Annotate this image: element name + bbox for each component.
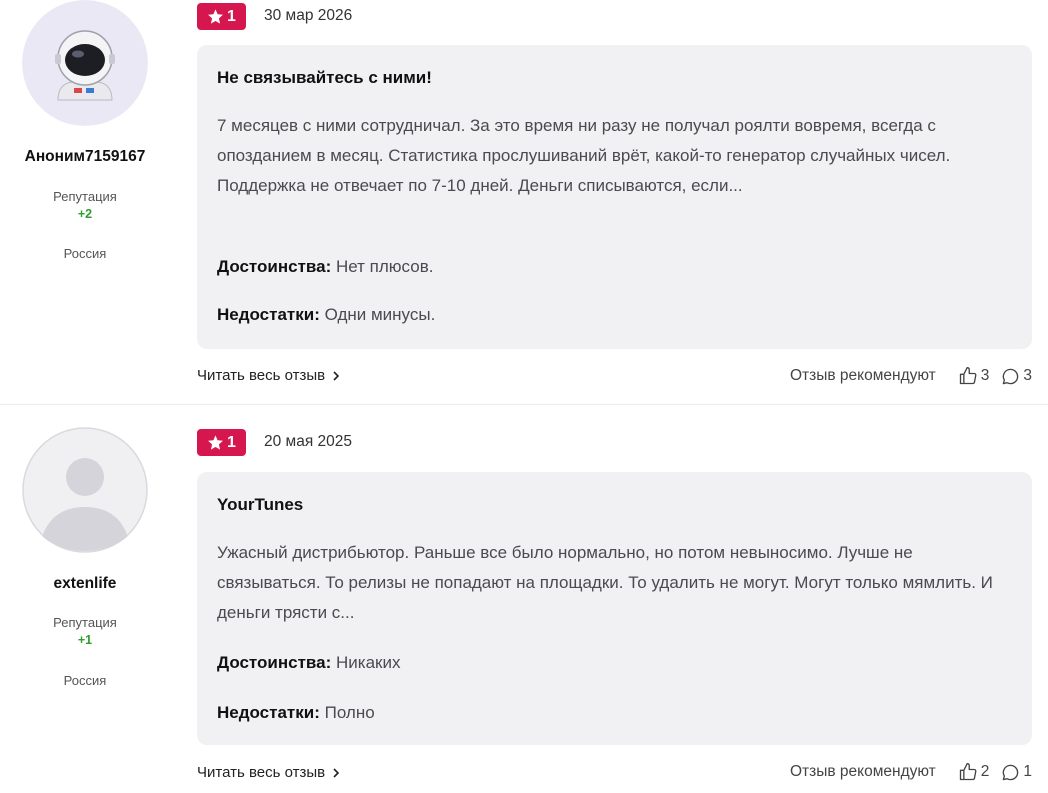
- chevron-right-icon: [333, 370, 340, 381]
- cons-text: Полно: [324, 703, 375, 722]
- author-country: Россия: [63, 246, 107, 261]
- reputation-label: Репутация: [53, 189, 117, 204]
- reputation-label: Репутация: [53, 615, 117, 630]
- read-full-review-link[interactable]: Читать весь отзыв: [197, 367, 340, 384]
- recommend-label: Отзыв рекомендуют: [789, 763, 936, 780]
- review-date: 20 мая 2025: [264, 433, 353, 450]
- cons-label: Недостатки:: [217, 703, 320, 722]
- rating-badge: 1: [197, 429, 246, 456]
- pros-label: Достоинства:: [217, 653, 332, 672]
- rating-value: 1: [227, 433, 236, 451]
- review-card: YourTunes Ужасный дистрибьютор. Раньше в…: [197, 472, 1032, 745]
- avatar[interactable]: [22, 0, 148, 126]
- rating-value: 1: [227, 7, 236, 25]
- chevron-right-icon: [333, 767, 340, 778]
- review-cons: Недостатки: Одни минусы.: [217, 305, 435, 325]
- pros-label: Достоинства:: [217, 257, 332, 276]
- like-count: 3: [980, 367, 990, 384]
- comments-button[interactable]: 1: [1001, 763, 1032, 782]
- like-button[interactable]: 2: [958, 762, 990, 782]
- like-button[interactable]: 3: [958, 366, 990, 386]
- avatar[interactable]: [22, 427, 148, 553]
- comment-count: 3: [1023, 367, 1032, 384]
- read-more-label: Читать весь отзыв: [197, 764, 326, 781]
- pros-text: Нет плюсов.: [336, 257, 434, 276]
- review-text: Ужасный дистрибьютор. Раньше все было но…: [217, 543, 993, 622]
- rating-badge: 1: [197, 3, 246, 30]
- author-name[interactable]: Аноним7159167: [0, 148, 170, 166]
- author-country: Россия: [63, 673, 107, 688]
- read-full-review-link[interactable]: Читать весь отзыв: [197, 764, 340, 781]
- star-icon: [208, 435, 223, 450]
- comment-icon: [1003, 764, 1019, 780]
- review-pros: Достоинства: Нет плюсов.: [217, 257, 433, 277]
- author-name[interactable]: extenlife: [0, 575, 170, 593]
- review-pros: Достоинства: Никаких: [217, 653, 400, 673]
- comment-icon: [1003, 368, 1019, 384]
- review-stats: Отзыв рекомендуют 3 3: [790, 366, 1032, 386]
- star-icon: [208, 9, 223, 24]
- review-card: Не связывайтесь с ними! 7 месяцев с ними…: [197, 45, 1032, 349]
- review-date: 30 мар 2026: [264, 7, 353, 24]
- review-item: Аноним7159167 Репутация +2 Россия 1 30 м…: [0, 0, 1048, 404]
- review-text: 7 месяцев с ними сотрудничал. За это вре…: [217, 116, 951, 195]
- review-title[interactable]: YourTunes: [217, 495, 303, 515]
- comment-count: 1: [1023, 763, 1032, 780]
- reputation-value: +1: [77, 633, 93, 647]
- review-cons: Недостатки: Полно: [217, 703, 375, 723]
- review-title[interactable]: Не связывайтесь с ними!: [217, 68, 432, 88]
- review-stats: Отзыв рекомендуют 2 1: [790, 762, 1032, 782]
- pros-text: Никаких: [336, 653, 401, 672]
- default-user-avatar-icon: [22, 427, 148, 553]
- astronaut-avatar-icon: [22, 0, 148, 126]
- read-more-label: Читать весь отзыв: [197, 367, 326, 384]
- thumbs-up-icon: [959, 763, 977, 781]
- reputation-value: +2: [77, 207, 93, 221]
- thumbs-up-icon: [959, 367, 977, 385]
- review-item: extenlife Репутация +1 Россия 1 20 мая 2…: [0, 405, 1048, 793]
- cons-label: Недостатки:: [217, 305, 320, 324]
- comments-button[interactable]: 3: [1001, 367, 1032, 386]
- recommend-label: Отзыв рекомендуют: [789, 367, 936, 384]
- cons-text: Одни минусы.: [324, 305, 436, 324]
- like-count: 2: [980, 763, 990, 780]
